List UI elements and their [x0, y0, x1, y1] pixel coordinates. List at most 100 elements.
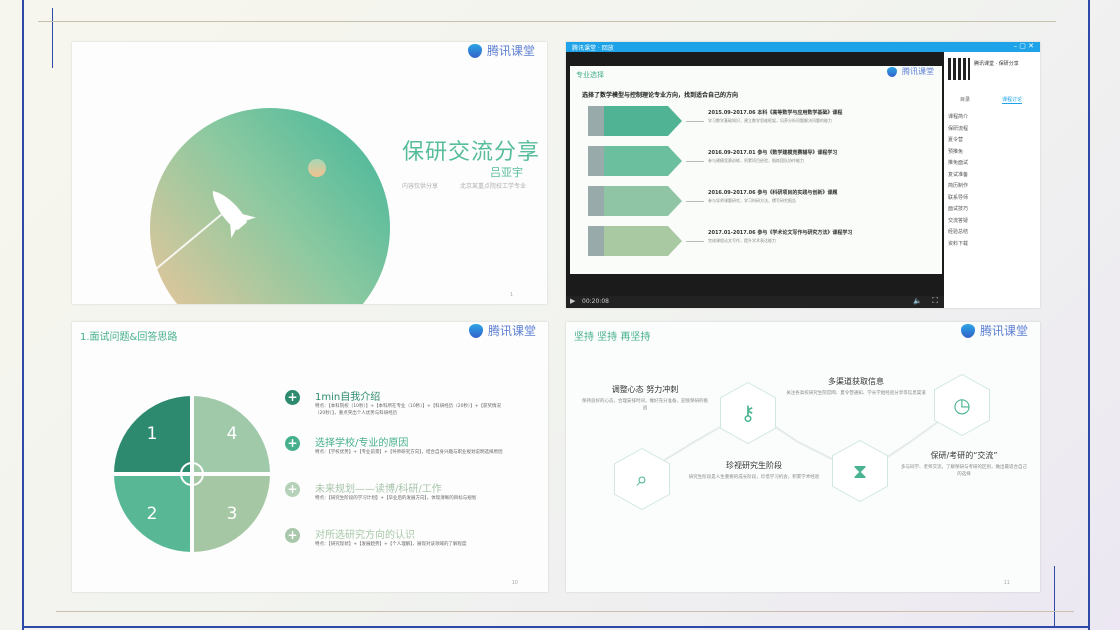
row-number — [588, 186, 604, 216]
block-desc: 研究生阶段是人生重要的成长阶段，珍惜学习机会，积累学术经验 — [688, 475, 820, 480]
row-arrow — [604, 106, 682, 136]
player-titlebar: 腾讯课堂 · 回放 – ▢ ✕ — [566, 42, 1040, 52]
row-title: 2016.09-2017.06 参与《科研项目的实践与创新》课题 — [708, 190, 838, 196]
play-icon[interactable]: ▶ — [570, 297, 575, 305]
item-desc: 特点：【学校优势】+【专业前景】+【导师研究方向】，结合自身兴趣与职业规划说明选… — [315, 450, 503, 455]
timeline-row: 2017.01-2017.06 参与《学术论文写作与研究方法》课程学习 完成课程论… — [588, 226, 938, 256]
slide-section-label: 专业选择 — [576, 71, 604, 79]
text-block: 多渠道获取信息 关注各高校研究生院官网、夏令营通知、学长学姐经验分享等信息渠道 — [786, 376, 926, 398]
row-title: 2017.01-2017.06 参与《学术论文写作与研究方法》课程学习 — [708, 230, 853, 236]
sidebar-item[interactable]: 资料下载 — [948, 239, 1036, 251]
sidebar-item[interactable]: 保研流程 — [948, 124, 1036, 136]
row-desc: 参与导师课题研究，学习科研方法，撰写研究报告 — [708, 198, 796, 203]
shared-slide: 专业选择 腾讯课堂 选择了数学模型与控制理论专业方向，找到适合自己的方向 201… — [570, 66, 942, 274]
sidebar-item[interactable]: 经验总结 — [948, 227, 1036, 239]
item-heading: 未来规划——读博/科研/工作 — [315, 484, 442, 495]
shield-icon — [468, 323, 483, 338]
row-connector — [686, 241, 704, 242]
timeline-row: 2016.09-2017.01 参与《数学建模竞赛辅导》课程学习 参与建模竞赛训练… — [588, 146, 938, 176]
course-sidebar: 腾讯课堂 · 保研分享 目录 课程讨论 课程简介 保研流程 夏令营 预推免 推免… — [944, 52, 1040, 308]
block-heading: 保研/考研的“交流” — [930, 451, 998, 460]
window-controls[interactable]: – ▢ ✕ — [1014, 42, 1034, 50]
course-name: 腾讯课堂 · 保研分享 — [974, 61, 1019, 67]
row-desc: 参与建模竞赛训练，积累项目经验，锻炼团队协作能力 — [708, 158, 804, 163]
block-heading: 调整心态 努力冲刺 — [611, 385, 679, 394]
sidebar-item[interactable]: 交流答疑 — [948, 216, 1036, 228]
brand-name: 腾讯课堂 — [487, 324, 536, 338]
slide-keep-going: 坚持 坚持 再坚持 腾讯课堂 ⚷ ◷ ⌕ ⧗ 调整心态 努力冲刺 保持良好的心态… — [566, 322, 1040, 592]
sidebar-item[interactable]: 联系导师 — [948, 193, 1036, 205]
volume-icon[interactable]: 🔈 — [913, 297, 922, 305]
plus-icon: + — [285, 482, 300, 497]
sidebar-item[interactable]: 夏令营 — [948, 135, 1036, 147]
row-arrow — [604, 226, 682, 256]
shield-icon — [467, 43, 482, 58]
frame-left-line — [22, 0, 24, 630]
sidebar-item[interactable]: 面试技巧 — [948, 204, 1036, 216]
sidebar-item[interactable]: 简历制作 — [948, 181, 1036, 193]
sidebar-item[interactable]: 课程简介 — [948, 112, 1036, 124]
row-title: 2015.09-2017.06 本科《高等数学与应用数学基础》课程 — [708, 110, 843, 116]
frame-tick-bottom — [1054, 566, 1055, 626]
row-number — [588, 226, 604, 256]
video-player[interactable]: 腾讯课堂 · 回放 – ▢ ✕ 专业选择 腾讯课堂 选择了数学模型与控制理论专业… — [566, 42, 1040, 308]
brand-logo: 腾讯课堂 — [468, 322, 536, 339]
row-connector — [686, 201, 704, 202]
row-number — [588, 146, 604, 176]
text-block: 珍视研究生阶段 研究生阶段是人生重要的成长阶段，珍惜学习机会，积累学术经验 — [684, 460, 824, 482]
plus-icon: + — [285, 528, 300, 543]
decorative-dot — [308, 159, 326, 177]
block-desc: 多与同学、老师交流，了解保研与考研的区别，做出最适合自己的选择 — [901, 465, 1027, 477]
item-heading: 选择学校/专业的原因 — [315, 438, 409, 449]
frame-right-line — [1088, 0, 1090, 630]
slide-interview-questions: 1.面试问题&回答思路 腾讯课堂 1 4 2 3 + 1min自我介绍 特点：【… — [72, 322, 548, 592]
slide-cover: 腾讯课堂 保研交流分享 吕亚宇 内容仅供分享 北京某重点院校工学专业 1 — [72, 42, 547, 304]
timeline-row: 2015.09-2017.06 本科《高等数学与应用数学基础》课程 学习数学基础知… — [588, 106, 938, 136]
item-desc: 特点：【本科院校（10秒）】+【本科所在专业（10秒）】+【科研经历（20秒）】… — [315, 404, 501, 416]
plus-icon: + — [285, 390, 300, 405]
rocket-icon — [112, 191, 256, 304]
row-connector — [686, 121, 704, 122]
row-title: 2016.09-2017.01 参与《数学建模竞赛辅导》课程学习 — [708, 150, 838, 156]
slide-title: 1.面试问题&回答思路 — [80, 332, 178, 343]
window-title: 腾讯课堂 · 回放 — [572, 45, 614, 52]
cover-title: 保研交流分享 — [402, 140, 541, 165]
brand-logo: 腾讯课堂 — [887, 66, 934, 77]
row-arrow — [604, 186, 682, 216]
slide-heading: 选择了数学模型与控制理论专业方向，找到适合自己的方向 — [582, 92, 739, 99]
fullscreen-icon[interactable]: ⛶ — [932, 296, 938, 306]
brand-name: 腾讯课堂 — [902, 67, 934, 76]
page-number: 11 — [1003, 580, 1010, 586]
item-desc: 特点：【研究生阶段的学习计划】+【毕业后的发展方向】，体现清晰的目标与规划 — [315, 496, 477, 501]
page-number: 10 — [511, 580, 518, 586]
timeline-row: 2016.09-2017.06 参与《科研项目的实践与创新》课题 参与导师课题研究… — [588, 186, 938, 216]
brand-name: 腾讯课堂 — [486, 44, 535, 58]
sidebar-tab-discuss[interactable]: 课程讨论 — [1002, 96, 1023, 104]
quadrant-circle: 1 4 2 3 — [114, 396, 270, 552]
sidebar-item[interactable]: 推免面试 — [948, 158, 1036, 170]
center-ring — [180, 462, 204, 486]
block-heading: 珍视研究生阶段 — [726, 461, 782, 470]
block-desc: 保持良好的心态，合理安排时间，做好充分准备，迎接保研的挑战 — [582, 399, 708, 411]
sidebar-tab-catalog[interactable]: 目录 — [960, 96, 970, 103]
top-rule — [38, 21, 1056, 22]
text-block: 调整心态 努力冲刺 保持良好的心态，合理安排时间，做好充分准备，迎接保研的挑战 — [580, 384, 710, 413]
row-desc: 完成课程论文写作，提升学术表达能力 — [708, 238, 776, 243]
sidebar-item[interactable]: 复试准备 — [948, 170, 1036, 182]
bottom-rule — [56, 611, 1074, 612]
text-block: 保研/考研的“交流” 多与同学、老师交流，了解保研与考研的区别，做出最适合自己的… — [900, 450, 1028, 479]
sidebar-item[interactable]: 预推免 — [948, 147, 1036, 159]
block-heading: 多渠道获取信息 — [828, 377, 884, 386]
row-number — [588, 106, 604, 136]
row-arrow — [604, 146, 682, 176]
cover-author: 吕亚宇 — [490, 166, 523, 179]
video-content[interactable]: 专业选择 腾讯课堂 选择了数学模型与控制理论专业方向，找到适合自己的方向 201… — [566, 52, 944, 296]
time-display: 00:20:08 — [582, 298, 609, 305]
frame-bottom-line — [22, 626, 1090, 628]
page-number: 1 — [509, 292, 513, 298]
qr-code — [948, 58, 970, 80]
row-desc: 学习数学基础知识，建立数学思维框架，培养分析问题解决问题的能力 — [708, 118, 832, 123]
player-controls[interactable]: ▶ 00:20:08 🔈 ⛶ — [566, 296, 944, 308]
block-desc: 关注各高校研究生院官网、夏令营通知、学长学姐经验分享等信息渠道 — [786, 391, 926, 396]
shield-icon — [887, 66, 897, 77]
